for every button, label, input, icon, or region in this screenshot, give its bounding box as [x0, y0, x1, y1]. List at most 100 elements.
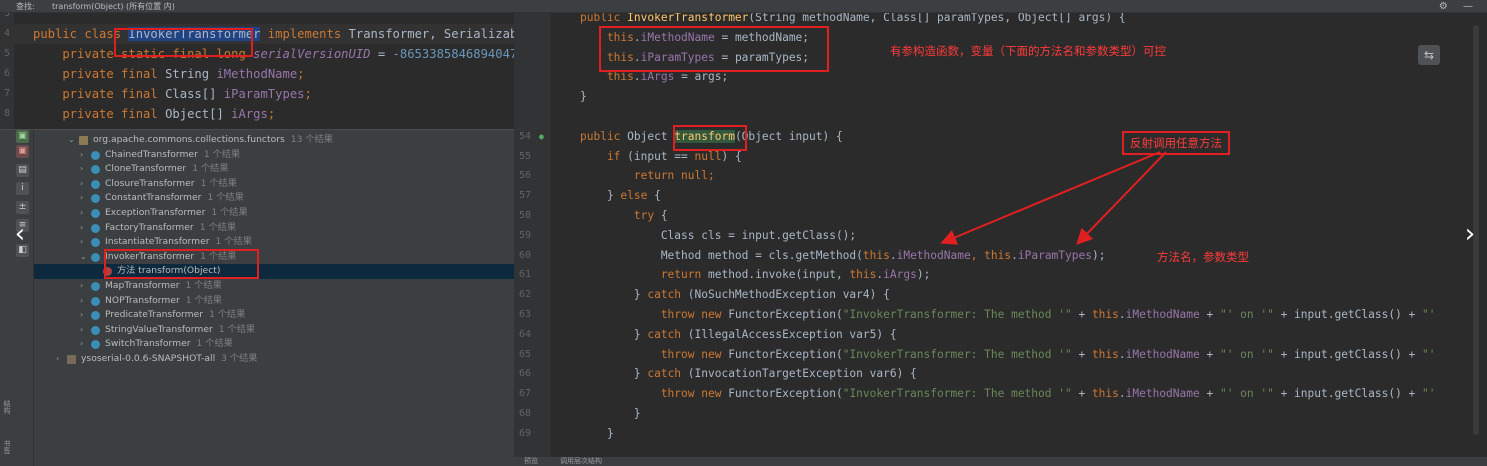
code-token: .: [1118, 387, 1126, 401]
code-token: throw new: [580, 347, 729, 361]
class-icon: [91, 165, 100, 175]
code-text: public class InvokerTransformer implemen…: [33, 24, 545, 44]
code-token: +: [1071, 387, 1092, 401]
tree-item-label: PredicateTransformer 1 个结果: [105, 308, 245, 323]
editor-code-line[interactable]: 55 if (input == null) {: [514, 147, 1487, 167]
info-icon[interactable]: i: [16, 182, 29, 195]
code-token: (Object input) {: [734, 129, 843, 143]
expand-chevron-icon[interactable]: ›: [80, 279, 88, 294]
expand-chevron-icon[interactable]: ›: [56, 352, 64, 367]
editor-code-line[interactable]: 64 } catch (IllegalAccessException var5)…: [514, 325, 1487, 345]
bookmarks-tab[interactable]: 书签: [2, 440, 12, 454]
editor-code-line[interactable]: 59 Class cls = input.getClass();: [514, 226, 1487, 246]
tree-item[interactable]: ⌄ org.apache.commons.collections.functors…: [34, 133, 514, 148]
editor-code-line[interactable]: 69 }: [514, 424, 1487, 444]
preview-code-line: 4 public class InvokerTransformer impleme…: [0, 24, 545, 44]
editor-code-line[interactable]: 62 } catch (NoSuchMethodException var4) …: [514, 285, 1487, 305]
code-token: {: [660, 209, 668, 222]
code-text: } catch (IllegalAccessException var5) {: [580, 325, 897, 345]
expand-chevron-icon[interactable]: ›: [80, 221, 88, 236]
class-icon: [91, 209, 100, 218]
class-icon: [91, 179, 100, 189]
result-count: 1 个结果: [200, 177, 237, 189]
line-number: 61: [519, 269, 532, 281]
editor-code-line[interactable]: 60 Method method = cls.getMethod(this.iM…: [514, 246, 1487, 266]
tab-preview[interactable]: 预览: [524, 457, 538, 466]
code-token: private final: [33, 67, 166, 81]
expand-chevron-icon[interactable]: ›: [80, 177, 88, 192]
implements-gutter-icon[interactable]: ●: [539, 127, 544, 147]
code-token: +: [1071, 308, 1092, 321]
transform-method-annotation-box: [673, 125, 747, 151]
editor-code-line[interactable]: 66 } catch (InvocationTargetException va…: [514, 364, 1487, 384]
code-token: }: [580, 90, 587, 104]
expand-chevron-icon[interactable]: ›: [80, 337, 88, 352]
editor-code-line[interactable]: 67 throw new FunctorException("InvokerTr…: [514, 384, 1487, 404]
tree-item[interactable]: › ClosureTransformer 1 个结果: [34, 177, 514, 192]
tree-item[interactable]: › SwitchTransformer 1 个结果: [34, 337, 514, 352]
code-token: "' on '": [1219, 347, 1274, 361]
expand-chevron-icon[interactable]: ›: [80, 206, 88, 221]
tree-item[interactable]: › ChainedTransformer 1 个结果: [34, 148, 514, 163]
editor-code-line[interactable]: 57 } else {: [514, 186, 1487, 206]
previous-arrow-icon[interactable]: ‹: [9, 219, 31, 249]
tree-item-label: NOPTransformer 1 个结果: [105, 294, 222, 309]
group-icon[interactable]: ▤: [16, 164, 29, 177]
line-number: 69: [519, 427, 532, 439]
code-text: Method method = cls.getMethod(this.iMeth…: [580, 246, 1106, 266]
code-token: Method method = cls.getMethod(: [580, 248, 863, 262]
tree-item-name: NOPTransformer: [105, 294, 180, 306]
expand-chevron-icon[interactable]: ⌄: [68, 133, 76, 148]
class-icon: [91, 325, 100, 335]
expand-chevron-icon[interactable]: ›: [80, 308, 88, 323]
code-token: ;: [304, 87, 312, 101]
editor-code-line[interactable]: [514, 107, 1487, 127]
tree-item[interactable]: › FactoryTransformer 1 个结果: [34, 221, 514, 236]
tree-item[interactable]: › InstantiateTransformer 1 个结果: [34, 235, 514, 250]
tree-item[interactable]: › CloneTransformer 1 个结果: [34, 162, 514, 177]
merge-icon[interactable]: ±: [16, 201, 29, 214]
tree-item[interactable]: › ConstantTransformer 1 个结果: [34, 191, 514, 206]
reader-mode-icon[interactable]: ⇆: [1418, 45, 1440, 65]
tree-item[interactable]: › NOPTransformer 1 个结果: [34, 294, 514, 309]
expand-chevron-icon[interactable]: ›: [80, 148, 88, 163]
code-text: throw new FunctorException("InvokerTrans…: [580, 345, 1436, 365]
settings-icon[interactable]: ⚙ —: [1439, 0, 1479, 13]
close-icon[interactable]: ▣: [16, 145, 29, 158]
tree-item-label: org.apache.commons.collections.functors 1…: [93, 133, 333, 148]
editor-code-line[interactable]: 68 }: [514, 404, 1487, 424]
expand-chevron-icon[interactable]: ›: [80, 162, 88, 177]
tree-item[interactable]: › ExceptionTransformer 1 个结果: [34, 206, 514, 221]
expand-chevron-icon[interactable]: ›: [80, 235, 88, 250]
code-token: ;: [267, 107, 276, 121]
expand-chevron-icon[interactable]: ›: [80, 294, 88, 309]
structure-tab[interactable]: 结构: [2, 400, 12, 414]
editor-code-line[interactable]: 65 throw new FunctorException("InvokerTr…: [514, 345, 1487, 365]
expand-chevron-icon[interactable]: ⌄: [80, 250, 88, 265]
code-token: catch: [647, 327, 688, 341]
editor-code-line[interactable]: 56 return null;: [514, 166, 1487, 186]
editor-code-line[interactable]: 63 throw new FunctorException("InvokerTr…: [514, 305, 1487, 325]
tab-call-hierarchy[interactable]: 调用层次结构: [560, 457, 602, 466]
editor-code-line[interactable]: 61 return method.invoke(input, this.iArg…: [514, 265, 1487, 285]
next-arrow-icon[interactable]: ›: [1459, 219, 1481, 249]
expand-chevron-icon[interactable]: ›: [80, 191, 88, 206]
class-icon: [91, 194, 100, 204]
editor-code-line[interactable]: 58 try {: [514, 206, 1487, 226]
tree-item[interactable]: › ysoserial-0.0.6-SNAPSHOT-all 3 个结果: [34, 352, 514, 367]
tree-item[interactable]: › MapTransformer 1 个结果: [34, 279, 514, 294]
line-number: 56: [519, 170, 532, 182]
tree-item[interactable]: › StringValueTransformer 1 个结果: [34, 323, 514, 338]
code-text: }: [580, 404, 641, 424]
line-number: 58: [519, 210, 532, 221]
tree-item[interactable]: › PredicateTransformer 1 个结果: [34, 308, 514, 323]
code-editor[interactable]: public InvokerTransformer(String methodN…: [514, 13, 1487, 466]
code-token: this: [1091, 387, 1119, 401]
rerun-icon[interactable]: ▣: [16, 130, 29, 143]
find-usages-bar: 查找: transform(Object) (所有位置 内) ⚙ —: [0, 0, 1487, 13]
expand-chevron-icon[interactable]: ›: [80, 323, 88, 338]
editor-code-line[interactable]: }: [514, 87, 1487, 107]
code-token: (NoSuchMethodException var4) {: [687, 288, 890, 302]
code-text: return null;: [580, 166, 715, 186]
editor-code-line[interactable]: 54 ● public Object transform(Object input)…: [514, 127, 1487, 147]
